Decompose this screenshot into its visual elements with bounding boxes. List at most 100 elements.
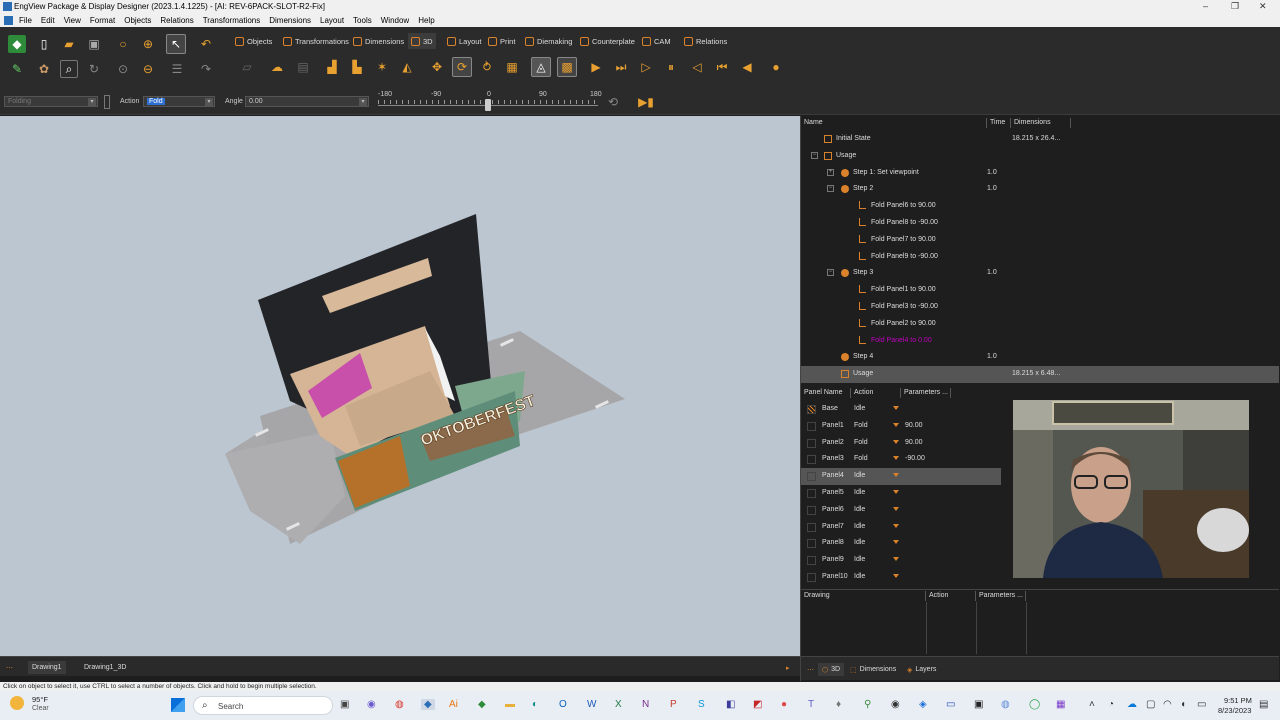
clock-time[interactable]: 9:51 PM xyxy=(1224,696,1252,705)
menu-tools[interactable]: Tools xyxy=(353,16,372,25)
tree-row[interactable]: − Step 2 1.0 xyxy=(801,181,1279,198)
panel-header-name[interactable]: Panel Name xyxy=(801,388,851,398)
panel-color-swatch[interactable] xyxy=(807,455,816,465)
minimize-icon[interactable]: – xyxy=(1203,1,1208,11)
action-dropdown-icon[interactable] xyxy=(893,540,899,545)
panel-action[interactable]: Idle xyxy=(854,405,865,412)
new-cube-icon[interactable]: ◆ xyxy=(8,35,26,53)
panel-param[interactable]: -90.00 xyxy=(905,455,925,462)
tree-row[interactable]: Initial State 18.215 x 26.4... xyxy=(801,131,1279,148)
doc-tab-drawing1-3d[interactable]: Drawing1_3D xyxy=(80,661,130,674)
new-file-icon[interactable]: ▯ xyxy=(35,35,53,53)
next-icon[interactable]: ▷ xyxy=(637,58,655,76)
panel-row[interactable]: Panel4 Idle xyxy=(801,468,1001,486)
panel-color-swatch[interactable] xyxy=(807,421,816,431)
tab-diemaking[interactable]: Diemaking xyxy=(522,33,575,49)
tray-icon-1[interactable]: ◔ xyxy=(1108,699,1114,710)
panel-row[interactable]: Panel8 Idle xyxy=(801,535,1001,552)
doc-tab-drawing1[interactable]: Drawing1 xyxy=(28,661,66,674)
box-icon[interactable]: ▱ xyxy=(238,58,256,76)
orbit-icon[interactable]: ⥁ xyxy=(478,58,496,76)
tree-row[interactable]: + Step 1: Set viewpoint 1.0 xyxy=(801,165,1279,182)
onenote-icon[interactable]: N xyxy=(642,699,649,710)
tree-row[interactable]: Usage 18.215 x 6.48... xyxy=(801,366,1279,384)
menu-view[interactable]: View xyxy=(64,16,81,25)
panel-row[interactable]: Panel7 Idle xyxy=(801,519,1001,536)
panel-header-action[interactable]: Action xyxy=(851,388,901,398)
panel-row[interactable]: Panel5 Idle xyxy=(801,485,1001,502)
back-icon[interactable]: ◀ xyxy=(738,58,756,76)
play-icon[interactable]: ▶ xyxy=(587,58,605,76)
material-sphere-icon[interactable]: ● xyxy=(767,58,785,76)
panel-color-swatch[interactable] xyxy=(807,438,816,448)
tree-row[interactable]: Step 4 1.0 xyxy=(801,349,1279,366)
tree-expander-icon[interactable]: − xyxy=(827,185,834,193)
word-icon[interactable]: W xyxy=(587,699,596,710)
zoom-icon[interactable]: ○ xyxy=(114,35,132,53)
fold-right-icon[interactable]: ▙ xyxy=(348,58,366,76)
panel-color-swatch[interactable] xyxy=(807,573,816,582)
menu-file[interactable]: File xyxy=(19,16,32,25)
panel-action[interactable]: Idle xyxy=(854,556,865,563)
slider-thumb[interactable] xyxy=(485,99,491,111)
powerpoint-icon[interactable]: P xyxy=(670,699,677,710)
panel-color-swatch[interactable] xyxy=(807,405,816,414)
app-icon-7[interactable]: ◈ xyxy=(919,699,927,710)
open-folder-icon[interactable]: ▰ xyxy=(60,35,78,53)
panel-param[interactable]: 90.00 xyxy=(905,439,923,446)
edge-icon[interactable]: ◐ xyxy=(532,699,538,710)
fold-left-icon[interactable]: ▟ xyxy=(323,58,341,76)
previous-icon[interactable]: ◁ xyxy=(688,58,706,76)
step-back-icon[interactable]: ⏮ xyxy=(713,58,731,76)
tray-overflow-icon[interactable]: ˄ xyxy=(1089,699,1095,710)
panel-color-swatch[interactable] xyxy=(807,522,816,532)
whatsapp-icon[interactable]: ◯ xyxy=(1029,699,1040,710)
tab-3d-panel[interactable]: ⬡ 3D xyxy=(818,663,845,676)
panel-row[interactable]: Panel6 Idle xyxy=(801,502,1001,519)
windows-start-icon[interactable] xyxy=(171,698,185,712)
task-view-icon[interactable]: ▣ xyxy=(340,699,349,710)
action-dropdown-icon[interactable] xyxy=(893,490,899,494)
drawing-params-header[interactable]: Parameters ... xyxy=(976,591,1026,601)
panel-row[interactable]: Panel2 Fold 90.00 xyxy=(801,435,1001,452)
tree-row[interactable]: − Usage xyxy=(801,148,1279,165)
tree-row[interactable]: Fold Panel2 to 90.00 xyxy=(801,316,1279,333)
app-icon-9[interactable]: ▣ xyxy=(974,699,983,710)
tab-dimensions[interactable]: Dimensions xyxy=(350,33,407,49)
action-dropdown-icon[interactable] xyxy=(893,406,899,410)
taskbar-search[interactable]: ⌕ Search xyxy=(193,696,333,715)
move-icon[interactable]: ✥ xyxy=(428,58,446,76)
undo-icon[interactable]: ↶ xyxy=(197,35,215,53)
zoom-window-icon[interactable]: ⌕ xyxy=(60,60,78,78)
angle-slider[interactable]: -180 -90 0 90 180 xyxy=(378,91,603,112)
tree-expander-icon[interactable]: + xyxy=(827,168,834,176)
panel-action[interactable]: Idle xyxy=(854,573,865,580)
clock-date[interactable]: 8/23/2023 xyxy=(1218,706,1251,715)
zoom-out-icon[interactable]: ⊖ xyxy=(139,60,157,78)
excel-icon[interactable]: X xyxy=(615,699,622,710)
menu-layout[interactable]: Layout xyxy=(320,16,344,25)
tree-row[interactable]: Fold Panel6 to 90.00 xyxy=(801,198,1279,215)
tab-print[interactable]: Print xyxy=(485,33,518,49)
flower-icon[interactable]: ✶ xyxy=(373,58,391,76)
step-forward-icon[interactable]: ⏭ xyxy=(612,58,630,76)
panel-color-swatch[interactable] xyxy=(807,539,816,549)
tab-counterplate[interactable]: Counterplate xyxy=(577,33,638,49)
angle-combo[interactable]: 0.00 ▾ xyxy=(245,96,369,107)
close-icon[interactable]: ✕ xyxy=(1259,1,1267,12)
tabs-scroll-right[interactable]: ▸ xyxy=(786,661,790,674)
panel-action[interactable]: Fold xyxy=(854,455,868,462)
drawing-action-header[interactable]: Action xyxy=(926,591,976,601)
mode-combo[interactable]: Folding ▾ xyxy=(4,96,98,107)
tree-header-time[interactable]: Time xyxy=(987,118,1011,128)
reset-rotation-icon[interactable]: ⟲ xyxy=(604,93,622,111)
onedrive-icon[interactable]: ☁ xyxy=(1127,699,1137,710)
volume-icon[interactable]: ◖ xyxy=(1180,699,1186,710)
menu-edit[interactable]: Edit xyxy=(41,16,55,25)
tab-layers-panel[interactable]: ◈ Layers xyxy=(903,663,940,676)
edit-icon[interactable]: ✎ xyxy=(8,60,26,78)
panel-row[interactable]: Base Idle xyxy=(801,401,1001,418)
notifications-icon[interactable]: ▤ xyxy=(1259,699,1268,710)
app-icon-10[interactable]: ◍ xyxy=(1001,699,1010,710)
action-dropdown-icon[interactable] xyxy=(893,456,899,461)
